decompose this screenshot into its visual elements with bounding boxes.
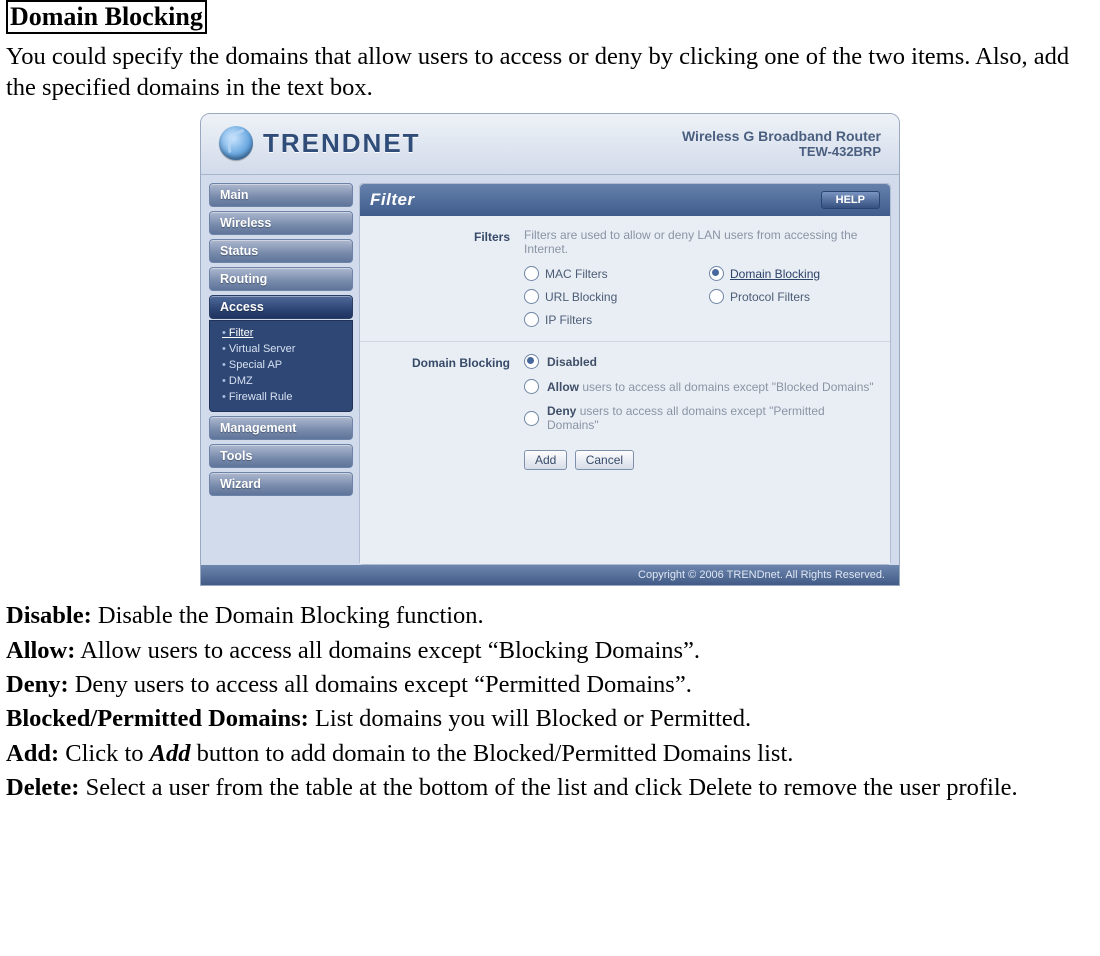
subnav-special-ap[interactable]: Special AP: [210, 357, 352, 373]
cancel-button[interactable]: Cancel: [575, 450, 634, 470]
brand-text: TRENDNET: [263, 128, 421, 159]
nav-status[interactable]: Status: [209, 239, 353, 263]
filters-section-label: Filters: [360, 228, 524, 327]
radio-db-deny[interactable]: [524, 411, 539, 426]
subnav-firewall-rule[interactable]: Firewall Rule: [210, 389, 352, 405]
definitions-block: Disable: Disable the Domain Blocking fun…: [6, 600, 1094, 804]
filters-description: Filters are used to allow or deny LAN us…: [524, 228, 874, 256]
label-db-allow: Allow users to access all domains except…: [547, 380, 874, 394]
page-heading: Domain Blocking: [6, 0, 207, 34]
label-mac-filters: MAC Filters: [545, 267, 608, 281]
help-button[interactable]: HELP: [821, 191, 880, 209]
radio-url-blocking[interactable]: [524, 289, 539, 304]
radio-db-allow[interactable]: [524, 379, 539, 394]
add-button[interactable]: Add: [524, 450, 567, 470]
subnav-filter[interactable]: Filter: [210, 325, 352, 341]
subnav-virtual-server[interactable]: Virtual Server: [210, 341, 352, 357]
access-subnav: Filter Virtual Server Special AP DMZ Fir…: [209, 320, 353, 412]
domain-blocking-section-label: Domain Blocking: [360, 354, 524, 470]
label-db-disabled: Disabled: [547, 355, 597, 369]
panel-title: Filter: [370, 190, 415, 210]
nav-wizard[interactable]: Wizard: [209, 472, 353, 496]
label-db-deny: Deny users to access all domains except …: [547, 404, 874, 432]
radio-domain-blocking[interactable]: [709, 266, 724, 281]
label-ip-filters: IP Filters: [545, 313, 592, 327]
model-number: TEW-432BRP: [682, 144, 881, 159]
nav-main[interactable]: Main: [209, 183, 353, 207]
nav-routing[interactable]: Routing: [209, 267, 353, 291]
radio-ip-filters[interactable]: [524, 312, 539, 327]
radio-db-disabled[interactable]: [524, 354, 539, 369]
subnav-dmz[interactable]: DMZ: [210, 373, 352, 389]
globe-logo-icon: [219, 126, 253, 160]
nav-management[interactable]: Management: [209, 416, 353, 440]
sidebar: Main Wireless Status Routing Access Filt…: [201, 175, 353, 565]
nav-tools[interactable]: Tools: [209, 444, 353, 468]
router-screenshot: TRENDNET Wireless G Broadband Router TEW…: [200, 113, 900, 586]
filter-panel: Filter HELP Filters Filters are used to …: [359, 183, 891, 565]
label-url-blocking: URL Blocking: [545, 290, 617, 304]
label-protocol-filters: Protocol Filters: [730, 290, 810, 304]
intro-paragraph: You could specify the domains that allow…: [6, 42, 1094, 103]
router-footer: Copyright © 2006 TRENDnet. All Rights Re…: [201, 565, 899, 585]
brand: TRENDNET: [219, 126, 421, 160]
nav-wireless[interactable]: Wireless: [209, 211, 353, 235]
router-header: TRENDNET Wireless G Broadband Router TEW…: [201, 114, 899, 175]
radio-mac-filters[interactable]: [524, 266, 539, 281]
label-domain-blocking: Domain Blocking: [730, 267, 820, 281]
radio-protocol-filters[interactable]: [709, 289, 724, 304]
nav-access[interactable]: Access: [209, 295, 353, 319]
product-line: Wireless G Broadband Router: [682, 128, 881, 144]
